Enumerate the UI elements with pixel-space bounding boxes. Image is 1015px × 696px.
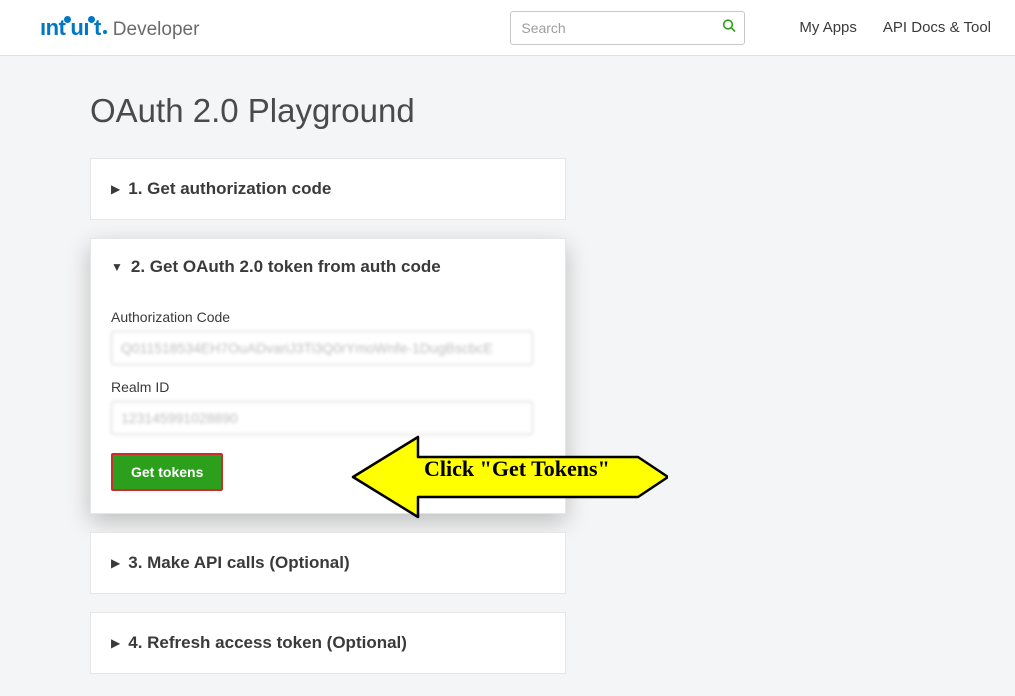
logo[interactable]: ıntuıt Developer bbox=[40, 15, 199, 41]
panel-step2: ▼ 2. Get OAuth 2.0 token from auth code … bbox=[90, 238, 566, 514]
realm-id-label: Realm ID bbox=[111, 379, 545, 395]
caret-down-icon: ▼ bbox=[111, 261, 123, 273]
panel-title-step1: 1. Get authorization code bbox=[128, 179, 331, 199]
page-content: OAuth 2.0 Playground ▶ 1. Get authorizat… bbox=[0, 56, 1015, 674]
intuit-logo: ıntuıt bbox=[40, 15, 107, 41]
panel-step4: ▶ 4. Refresh access token (Optional) bbox=[90, 612, 566, 674]
caret-right-icon: ▶ bbox=[111, 637, 120, 649]
panel-step3: ▶ 3. Make API calls (Optional) bbox=[90, 532, 566, 594]
auth-code-label: Authorization Code bbox=[111, 309, 545, 325]
panel-body-step2: Authorization Code Realm ID Get tokens bbox=[91, 309, 565, 513]
panel-step1: ▶ 1. Get authorization code bbox=[90, 158, 566, 220]
nav-my-apps[interactable]: My Apps bbox=[799, 19, 857, 36]
panel-header-step2[interactable]: ▼ 2. Get OAuth 2.0 token from auth code bbox=[91, 239, 565, 295]
caret-right-icon: ▶ bbox=[111, 183, 120, 195]
page-title: OAuth 2.0 Playground bbox=[90, 92, 1015, 130]
search-icon[interactable] bbox=[721, 17, 737, 38]
top-nav: ıntuıt Developer My Apps API Docs & Tool bbox=[0, 0, 1015, 56]
panel-title-step3: 3. Make API calls (Optional) bbox=[128, 553, 349, 573]
search-box bbox=[510, 11, 745, 45]
realm-id-input[interactable] bbox=[111, 401, 533, 435]
search-input[interactable] bbox=[510, 11, 745, 45]
panel-header-step4[interactable]: ▶ 4. Refresh access token (Optional) bbox=[91, 613, 565, 673]
auth-code-input[interactable] bbox=[111, 331, 533, 365]
panel-header-step3[interactable]: ▶ 3. Make API calls (Optional) bbox=[91, 533, 565, 593]
nav-api-docs[interactable]: API Docs & Tool bbox=[883, 19, 991, 36]
caret-right-icon: ▶ bbox=[111, 557, 120, 569]
get-tokens-button[interactable]: Get tokens bbox=[111, 453, 223, 491]
developer-label: Developer bbox=[113, 19, 200, 41]
panel-title-step2: 2. Get OAuth 2.0 token from auth code bbox=[131, 257, 441, 277]
panel-title-step4: 4. Refresh access token (Optional) bbox=[128, 633, 407, 653]
panel-header-step1[interactable]: ▶ 1. Get authorization code bbox=[91, 159, 565, 219]
